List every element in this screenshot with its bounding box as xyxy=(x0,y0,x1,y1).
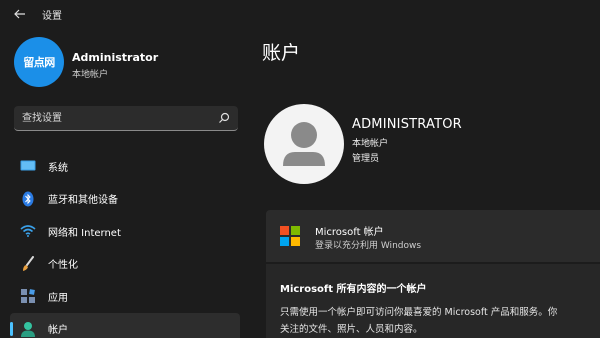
account-role: 管理员 xyxy=(352,154,380,164)
sidebar-item-label: 应用 xyxy=(48,292,68,304)
sidebar-item-personalization[interactable]: 个性化 xyxy=(10,248,240,280)
sidebar-item-label: 个性化 xyxy=(48,260,78,271)
microsoft-account-card[interactable]: Microsoft 帐户 登录以充分利用 Windows xyxy=(266,210,600,262)
user-placeholder-icon xyxy=(283,122,325,166)
details-heading: Microsoft 所有内容的一个帐户 xyxy=(280,284,427,295)
sidebar-item-label: 帐户 xyxy=(48,325,68,336)
sidebar-nav: 系统 蓝牙和其他设备 网络和 Internet 个性化 应用 帐户 xyxy=(10,150,240,338)
account-avatar xyxy=(264,104,344,184)
profile-name: Administrator xyxy=(72,51,159,64)
page-title: 账户 xyxy=(262,42,301,64)
back-button[interactable] xyxy=(10,5,30,23)
wifi-icon xyxy=(20,223,36,239)
details-body: 只需使用一个帐户即可访问你最喜爱的 Microsoft 产品和服务。你 关注的文… xyxy=(280,304,600,338)
account-type: 本地帐户 xyxy=(352,139,389,149)
bluetooth-icon xyxy=(20,191,36,207)
title-bar: 设置 xyxy=(0,0,600,28)
active-indicator xyxy=(10,321,13,336)
microsoft-account-subtitle: 登录以充分利用 Windows xyxy=(315,241,422,251)
sidebar-item-label: 系统 xyxy=(48,162,68,174)
arrow-left-icon xyxy=(14,9,25,19)
avatar-text: 留点网 xyxy=(23,56,55,69)
sidebar-item-label: 网络和 Internet xyxy=(48,227,121,239)
monitor-icon xyxy=(20,158,36,174)
microsoft-logo-icon xyxy=(280,226,300,246)
search-icon[interactable] xyxy=(218,112,230,124)
sidebar-item-network[interactable]: 网络和 Internet xyxy=(10,215,240,247)
sidebar-item-bluetooth[interactable]: 蓝牙和其他设备 xyxy=(10,183,240,215)
details-line: 只需使用一个帐户即可访问你最喜爱的 Microsoft 产品和服务。你 xyxy=(280,307,558,318)
details-line: 关注的文件、照片、人员和内容。 xyxy=(280,324,423,335)
brush-icon xyxy=(20,255,36,272)
sidebar-item-accounts[interactable]: 帐户 xyxy=(10,312,240,338)
microsoft-account-details: Microsoft 所有内容的一个帐户 只需使用一个帐户即可访问你最喜爱的 Mi… xyxy=(266,264,600,338)
window-title: 设置 xyxy=(42,11,62,22)
search-input[interactable] xyxy=(22,110,212,126)
sidebar-item-apps[interactable]: 应用 xyxy=(10,280,240,312)
search-box[interactable] xyxy=(14,106,238,131)
apps-icon xyxy=(20,288,36,304)
account-name: ADMINISTRATOR xyxy=(352,117,462,132)
sidebar-item-system[interactable]: 系统 xyxy=(10,150,240,182)
profile-account-type: 本地帐户 xyxy=(72,70,109,80)
microsoft-account-title: Microsoft 帐户 xyxy=(315,227,384,238)
person-icon xyxy=(20,321,36,337)
sidebar-item-label: 蓝牙和其他设备 xyxy=(48,195,118,206)
avatar[interactable]: 留点网 xyxy=(14,37,64,87)
